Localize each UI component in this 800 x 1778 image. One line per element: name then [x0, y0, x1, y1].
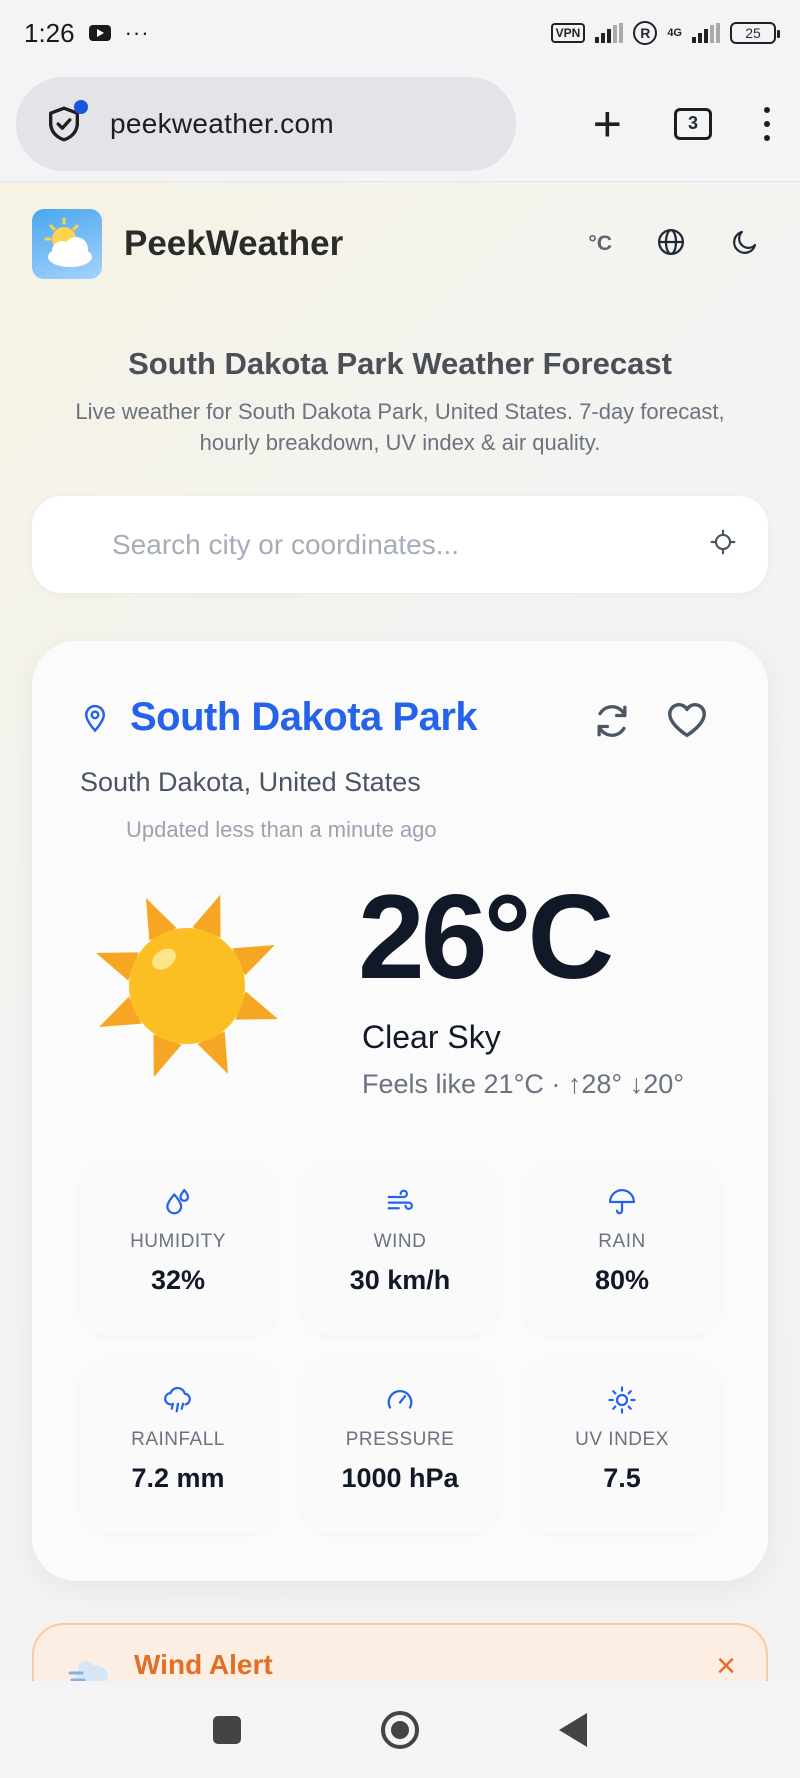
location-region: South Dakota, United States: [80, 767, 421, 797]
globe-icon[interactable]: [656, 227, 686, 262]
humidity-icon: [163, 1187, 193, 1217]
gauge-icon: [385, 1385, 415, 1415]
stat-value: 7.5: [603, 1463, 641, 1493]
vpn-badge: VPN: [550, 23, 586, 43]
alert-title: Wind Alert: [134, 1649, 273, 1680]
stat-rainfall: RAINFALL 7.2 mm: [80, 1357, 276, 1533]
signal-icon: [595, 23, 624, 43]
location-name: South Dakota Park: [130, 695, 478, 739]
sun-small-icon: [607, 1385, 637, 1415]
stat-label: PRESSURE: [345, 1429, 455, 1450]
status-time: 1:26: [24, 17, 75, 48]
stat-humidity: HUMIDITY 32%: [80, 1159, 276, 1335]
weather-condition: Clear Sky: [362, 1019, 501, 1055]
rain-cloud-icon: [163, 1385, 193, 1415]
refresh-icon[interactable]: [590, 699, 634, 743]
address-bar[interactable]: peekweather.com: [16, 76, 516, 171]
network-type: 4G: [667, 26, 682, 39]
status-bar: 1:26 ··· VPN R 4G 25: [0, 0, 800, 66]
stat-label: RAINFALL: [131, 1429, 225, 1450]
current-temperature: 26°C: [358, 870, 614, 1004]
recents-button[interactable]: [213, 1715, 241, 1744]
tab-switcher-button[interactable]: 3: [674, 107, 712, 140]
stat-value: 7.2 mm: [131, 1463, 225, 1493]
new-tab-icon[interactable]: +: [593, 99, 622, 149]
page-subtitle: Live weather for South Dakota Park, Unit…: [75, 399, 725, 455]
stat-label: RAIN: [598, 1231, 646, 1252]
sun-icon: [82, 881, 292, 1091]
stat-value: 80%: [594, 1265, 650, 1295]
close-icon[interactable]: ×: [716, 1649, 736, 1681]
stat-value: 30 km/h: [349, 1265, 451, 1295]
search-input[interactable]: [112, 528, 710, 561]
wind-icon: [385, 1187, 415, 1217]
back-button[interactable]: [559, 1712, 587, 1747]
current-weather-card: South Dakota Park South Dakota, United S…: [32, 641, 768, 1581]
url-text[interactable]: peekweather.com: [110, 108, 334, 140]
moon-icon[interactable]: [730, 227, 760, 262]
youtube-notification-icon: [88, 25, 111, 41]
system-navigation-bar: [0, 1681, 800, 1778]
stat-label: WIND: [373, 1231, 427, 1252]
search-box: [32, 496, 768, 593]
app-logo[interactable]: [32, 209, 102, 279]
updated-time: Updated less than a minute ago: [126, 817, 437, 842]
stat-value: 32%: [150, 1265, 206, 1295]
stat-label: UV INDEX: [575, 1429, 669, 1450]
location-pin-icon: [80, 703, 110, 733]
brand-name[interactable]: PeekWeather: [124, 224, 343, 264]
notification-dot: [74, 99, 88, 114]
feels-like: Feels like 21°C · ↑28° ↓20°: [362, 1069, 685, 1099]
stat-uv-index: UV INDEX 7.5: [524, 1357, 720, 1533]
home-button[interactable]: [381, 1710, 419, 1749]
stat-label: HUMIDITY: [130, 1231, 226, 1252]
locate-icon[interactable]: [710, 529, 736, 560]
roaming-icon: R: [633, 21, 658, 45]
stat-wind: WIND 30 km/h: [302, 1159, 498, 1335]
wind-alert-banner: Wind Alert ×: [32, 1623, 768, 1681]
page-title: South Dakota Park Weather Forecast: [128, 346, 672, 381]
page-content: PeekWeather °C South Dakota Park Weather…: [0, 183, 800, 1681]
stat-rain: RAIN 80%: [524, 1159, 720, 1335]
browser-menu-icon[interactable]: [764, 106, 770, 141]
umbrella-icon: [607, 1187, 637, 1217]
wind-alert-icon: [68, 1653, 112, 1681]
browser-toolbar: peekweather.com + 3: [0, 66, 800, 182]
heart-icon[interactable]: [664, 697, 710, 743]
stat-value: 1000 hPa: [341, 1463, 459, 1493]
signal-icon-2: [692, 23, 720, 43]
battery-icon: 25: [730, 22, 780, 44]
more-notifications-icon: ···: [124, 20, 150, 45]
unit-toggle-button[interactable]: °C: [588, 232, 612, 256]
stat-pressure: PRESSURE 1000 hPa: [302, 1357, 498, 1533]
site-header: PeekWeather °C: [32, 209, 772, 279]
shield-check-icon[interactable]: [44, 99, 88, 144]
